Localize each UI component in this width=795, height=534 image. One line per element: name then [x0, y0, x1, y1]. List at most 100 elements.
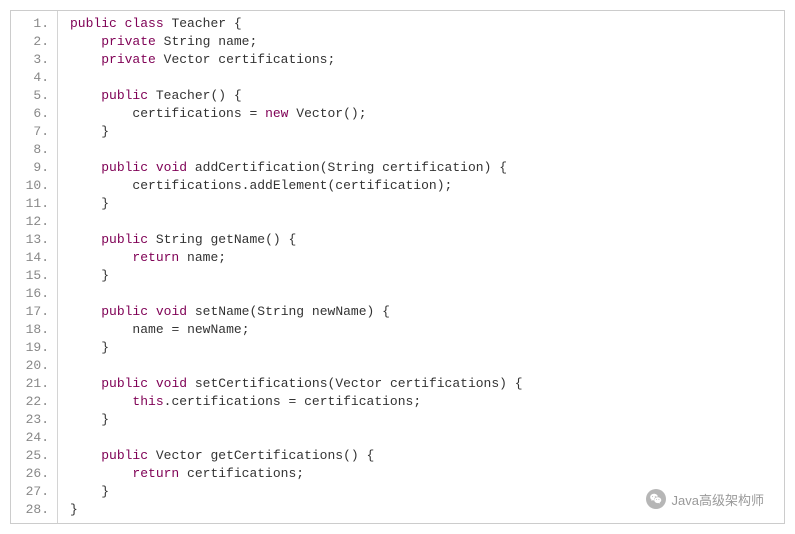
- line-number: 6.: [11, 105, 57, 123]
- token-pun: {: [289, 232, 297, 247]
- line-number: 4.: [11, 69, 57, 87]
- line-number: 23.: [11, 411, 57, 429]
- token-pun: }: [101, 196, 109, 211]
- code-line: public void setName(String newName) {: [70, 303, 784, 321]
- token-kw: public: [101, 88, 148, 103]
- code-line: }: [70, 195, 784, 213]
- line-number: 17.: [11, 303, 57, 321]
- token-pun: }: [101, 268, 109, 283]
- token-id: certifications: [218, 52, 327, 67]
- line-number-gutter: 1.2.3.4.5.6.7.8.9.10.11.12.13.14.15.16.1…: [11, 11, 58, 523]
- token-pun: ;: [413, 394, 421, 409]
- token-pun: =: [171, 322, 179, 337]
- token-pun: {: [499, 160, 507, 175]
- token-kw: public: [101, 160, 148, 175]
- token-id: certification: [335, 178, 436, 193]
- code-line: [70, 69, 784, 87]
- line-number: 11.: [11, 195, 57, 213]
- token-id: certifications: [187, 466, 296, 481]
- watermark: Java高级架构师: [646, 489, 764, 509]
- line-number: 15.: [11, 267, 57, 285]
- token-id: certification: [382, 160, 483, 175]
- token-kw: public: [101, 304, 148, 319]
- watermark-text: Java高级架构师: [672, 490, 764, 509]
- token-pun: ;: [327, 52, 335, 67]
- token-kw: public: [101, 448, 148, 463]
- token-pun: ): [499, 376, 507, 391]
- line-number: 8.: [11, 141, 57, 159]
- token-id: name: [132, 322, 163, 337]
- line-number: 24.: [11, 429, 57, 447]
- line-number: 25.: [11, 447, 57, 465]
- line-number: 26.: [11, 465, 57, 483]
- code-line: this.certifications = certifications;: [70, 393, 784, 411]
- token-pun: }: [101, 124, 109, 139]
- token-pun: (): [343, 448, 359, 463]
- token-pun: ): [484, 160, 492, 175]
- token-cls: Teacher: [171, 16, 226, 31]
- token-kw: void: [156, 160, 187, 175]
- code-line: [70, 285, 784, 303]
- token-pun: (): [265, 232, 281, 247]
- code-line: private String name;: [70, 33, 784, 51]
- token-id: setCertifications: [195, 376, 328, 391]
- code-line: }: [70, 411, 784, 429]
- code-line: [70, 141, 784, 159]
- token-pun: }: [70, 502, 78, 517]
- token-id: newName: [187, 322, 242, 337]
- token-typ: String: [257, 304, 304, 319]
- line-number: 21.: [11, 375, 57, 393]
- line-number: 5.: [11, 87, 57, 105]
- token-kw: return: [132, 250, 179, 265]
- code-line: }: [70, 339, 784, 357]
- line-number: 18.: [11, 321, 57, 339]
- token-kw: public: [101, 232, 148, 247]
- line-number: 28.: [11, 501, 57, 519]
- token-pun: ): [367, 304, 375, 319]
- token-pun: ;: [242, 322, 250, 337]
- token-kw: new: [265, 106, 288, 121]
- line-number: 13.: [11, 231, 57, 249]
- token-pun: {: [234, 88, 242, 103]
- token-typ: Vector: [296, 106, 343, 121]
- token-id: name: [187, 250, 218, 265]
- token-id: getName: [210, 232, 265, 247]
- code-line: public class Teacher {: [70, 15, 784, 33]
- token-typ: String: [164, 34, 211, 49]
- token-typ: Vector: [164, 52, 211, 67]
- token-kw: this: [132, 394, 163, 409]
- token-kw: public: [70, 16, 117, 31]
- token-pun: }: [101, 484, 109, 499]
- token-pun: {: [234, 16, 242, 31]
- line-number: 3.: [11, 51, 57, 69]
- code-line: private Vector certifications;: [70, 51, 784, 69]
- line-number: 10.: [11, 177, 57, 195]
- line-number: 22.: [11, 393, 57, 411]
- token-id: name: [218, 34, 249, 49]
- code-line: [70, 429, 784, 447]
- line-number: 20.: [11, 357, 57, 375]
- token-pun: ;: [218, 250, 226, 265]
- token-kw: return: [132, 466, 179, 481]
- token-pun: (): [210, 88, 226, 103]
- token-id: certifications: [171, 394, 280, 409]
- token-typ: String: [156, 232, 203, 247]
- code-line: return certifications;: [70, 465, 784, 483]
- token-id: addElement: [249, 178, 327, 193]
- code-line: [70, 357, 784, 375]
- code-line: }: [70, 123, 784, 141]
- token-pun: ;: [249, 34, 257, 49]
- code-area: public class Teacher { private String na…: [58, 11, 784, 523]
- line-number: 2.: [11, 33, 57, 51]
- token-typ: Vector: [156, 448, 203, 463]
- code-line: return name;: [70, 249, 784, 267]
- token-pun: }: [101, 412, 109, 427]
- wechat-icon: [646, 489, 666, 509]
- token-id: newName: [312, 304, 367, 319]
- code-line: certifications.addElement(certification)…: [70, 177, 784, 195]
- token-pun: );: [437, 178, 453, 193]
- code-line: public Teacher() {: [70, 87, 784, 105]
- token-kw: void: [156, 304, 187, 319]
- token-id: certifications: [132, 106, 241, 121]
- line-number: 19.: [11, 339, 57, 357]
